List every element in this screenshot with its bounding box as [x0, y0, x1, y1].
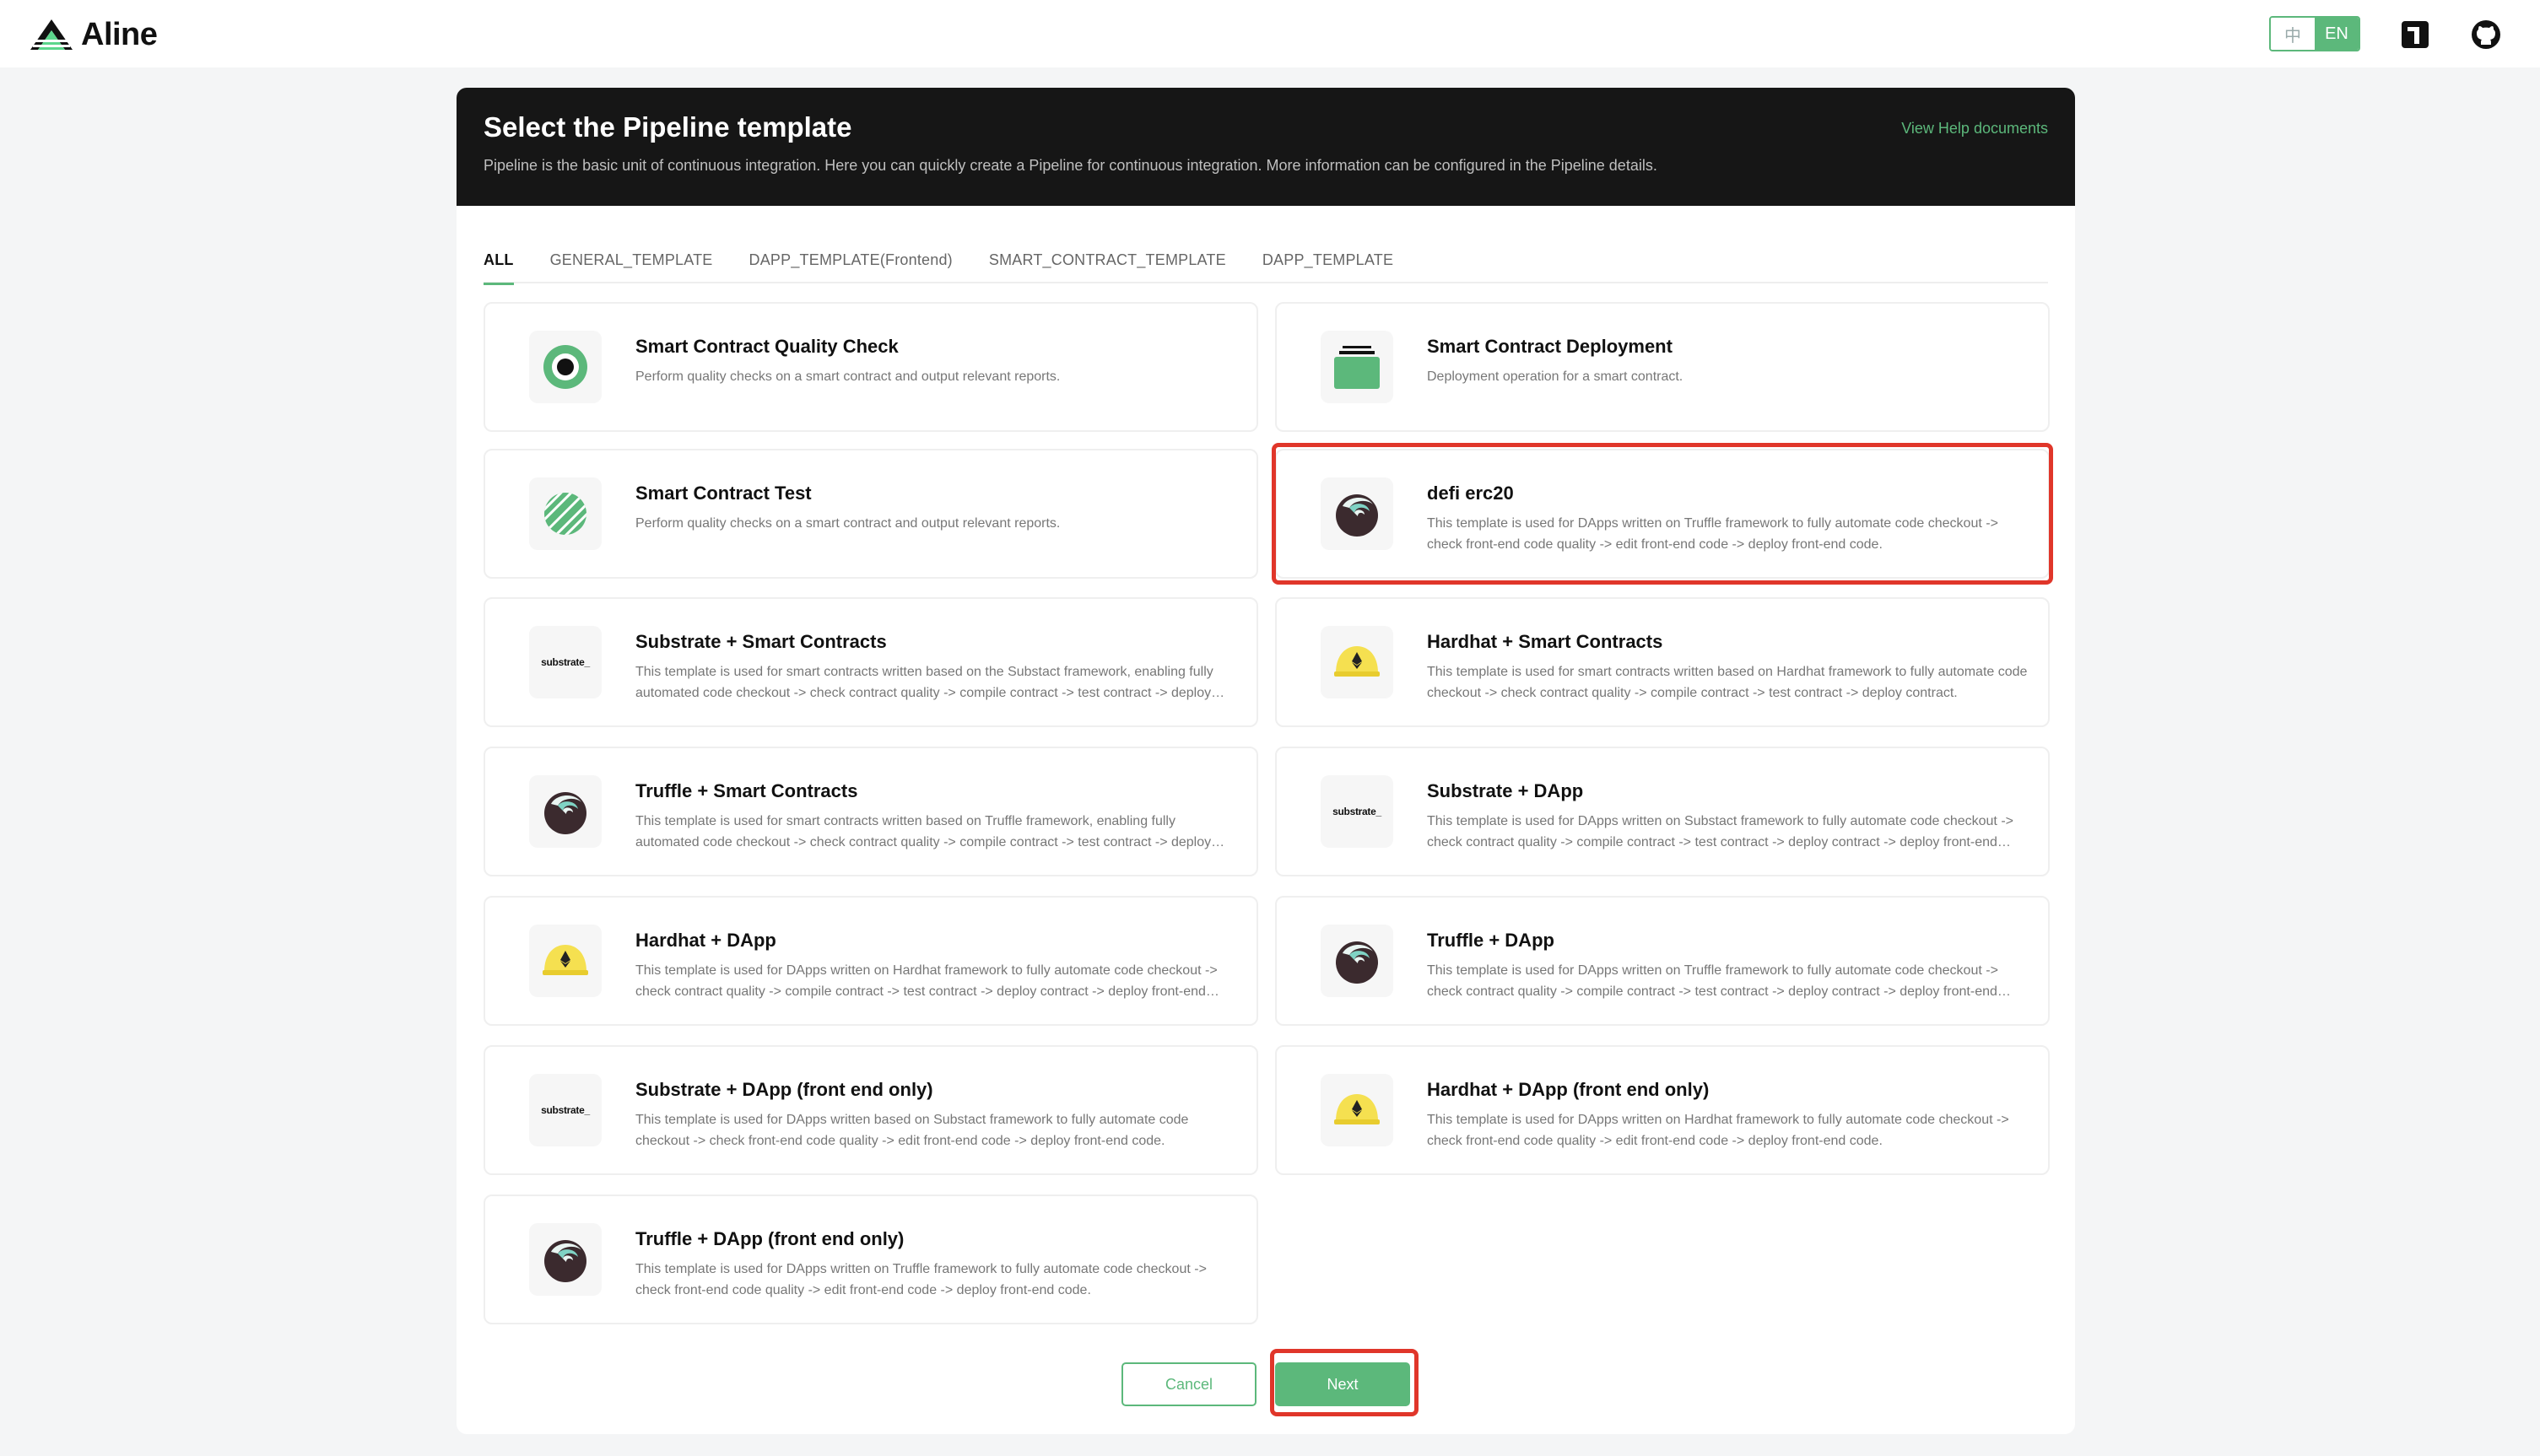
deploy-box-icon [1334, 346, 1380, 389]
template-card-substrate-smart-contracts[interactable]: substrate_ Substrate + Smart Contracts T… [484, 597, 1258, 727]
template-icon [1321, 477, 1393, 550]
tab-dapp-template-frontend[interactable]: DAPP_TEMPLATE(Frontend) [749, 245, 953, 283]
header-banner: Select the Pipeline template Pipeline is… [457, 88, 2075, 206]
template-title: Hardhat + DApp (front end only) [1427, 1079, 1710, 1100]
template-card-hardhat-dapp-frontend[interactable]: Hardhat + DApp (front end only) This tem… [1275, 1045, 2050, 1175]
template-category-tabs: ALL GENERAL_TEMPLATE DAPP_TEMPLATE(Front… [484, 245, 2048, 285]
template-description: This template is used for DApps written … [1427, 814, 2013, 849]
page-title: Select the Pipeline template [484, 111, 852, 143]
tab-smart-contract-template[interactable]: SMART_CONTRACT_TEMPLATE [989, 245, 1226, 283]
template-description: This template is used for DApps written … [1427, 516, 1998, 552]
template-description: This template is used for DApps written … [635, 1113, 1189, 1148]
template-card-smart-contract-deployment[interactable]: Smart Contract Deployment Deployment ope… [1275, 302, 2050, 432]
hardhat-icon [543, 945, 588, 975]
template-icon [529, 477, 602, 550]
template-description: Perform quality checks on a smart contra… [635, 516, 1061, 531]
template-title: Smart Contract Deployment [1427, 336, 1673, 357]
notion-icon[interactable] [2399, 19, 2431, 51]
template-title: Substrate + DApp (front end only) [635, 1079, 933, 1100]
truffle-icon [544, 1240, 586, 1282]
template-description: Perform quality checks on a smart contra… [635, 369, 1061, 384]
template-card-truffle-dapp[interactable]: Truffle + DApp This template is used for… [1275, 896, 2050, 1026]
template-title: Substrate + Smart Contracts [635, 631, 887, 652]
template-description: This template is used for DApps written … [635, 1262, 1207, 1297]
striped-ball-icon [544, 493, 586, 535]
top-navbar: Aline 中 EN [0, 0, 2540, 67]
template-card-truffle-dapp-frontend[interactable]: Truffle + DApp (front end only) This tem… [484, 1194, 1258, 1324]
template-card-smart-contract-test[interactable]: Smart Contract Test Perform quality chec… [484, 449, 1258, 579]
template-title: Hardhat + Smart Contracts [1427, 631, 1663, 652]
template-description: This template is used for smart contract… [635, 814, 1212, 849]
template-icon [1321, 925, 1393, 997]
aline-logo-icon [30, 19, 73, 50]
template-description: This template is used for DApps written … [1427, 963, 1998, 999]
template-card-smart-contract-quality-check[interactable]: Smart Contract Quality Check Perform qua… [484, 302, 1258, 432]
hardhat-icon [1334, 646, 1380, 677]
template-title: Substrate + DApp [1427, 780, 1584, 801]
template-title: Truffle + DApp (front end only) [635, 1228, 905, 1249]
template-card-truffle-smart-contracts[interactable]: Truffle + Smart Contracts This template … [484, 747, 1258, 876]
template-icon: substrate_ [529, 626, 602, 698]
template-description: This template is used for DApps written … [1427, 1113, 2009, 1148]
template-description: Deployment operation for a smart contrac… [1427, 369, 1683, 384]
template-description: This template is used for smart contract… [1427, 665, 2028, 700]
template-description: This template is used for DApps written … [635, 963, 1218, 999]
tab-general-template[interactable]: GENERAL_TEMPLATE [550, 245, 713, 283]
template-icon [1321, 1074, 1393, 1146]
template-icon [529, 775, 602, 848]
next-button[interactable]: Next [1275, 1362, 1410, 1406]
page-description: Pipeline is the basic unit of continuous… [484, 157, 1657, 174]
template-icon [1321, 626, 1393, 698]
template-title: Truffle + Smart Contracts [635, 780, 858, 801]
tab-all[interactable]: ALL [484, 245, 514, 285]
lang-option-en[interactable]: EN [2315, 18, 2359, 50]
template-icon [1321, 331, 1393, 403]
template-title: Smart Contract Test [635, 483, 812, 504]
template-title: Hardhat + DApp [635, 930, 776, 951]
template-icon [529, 331, 602, 403]
template-card-defi-erc20[interactable]: defi erc20 This template is used for DAp… [1275, 449, 2050, 579]
github-icon[interactable] [2470, 19, 2502, 51]
template-card-substrate-dapp[interactable]: substrate_ Substrate + DApp This templat… [1275, 747, 2050, 876]
template-icon: substrate_ [1321, 775, 1393, 848]
aline-logo[interactable]: Aline [27, 16, 158, 52]
template-icon [529, 1223, 602, 1296]
substrate-logo: substrate_ [541, 656, 590, 668]
cancel-button[interactable]: Cancel [1121, 1362, 1256, 1406]
substrate-logo: substrate_ [1332, 806, 1381, 817]
substrate-logo: substrate_ [541, 1104, 590, 1116]
truffle-icon [1336, 941, 1378, 984]
template-title: defi erc20 [1427, 483, 1514, 504]
template-selection-panel: Select the Pipeline template Pipeline is… [457, 88, 2075, 1434]
target-icon [543, 345, 587, 389]
truffle-icon [544, 792, 586, 834]
template-card-hardhat-dapp[interactable]: Hardhat + DApp This template is used for… [484, 896, 1258, 1026]
app-name: Aline [81, 16, 158, 52]
template-icon: substrate_ [529, 1074, 602, 1146]
template-title: Truffle + DApp [1427, 930, 1554, 951]
template-card-hardhat-smart-contracts[interactable]: Hardhat + Smart Contracts This template … [1275, 597, 2050, 727]
truffle-icon [1336, 494, 1378, 537]
template-description: This template is used for smart contract… [635, 665, 1213, 700]
template-title: Smart Contract Quality Check [635, 336, 899, 357]
language-toggle[interactable]: 中 EN [2269, 16, 2360, 51]
help-documents-link[interactable]: View Help documents [1901, 120, 2048, 138]
tab-dapp-template[interactable]: DAPP_TEMPLATE [1262, 245, 1393, 283]
template-icon [529, 925, 602, 997]
hardhat-icon [1334, 1094, 1380, 1124]
template-card-substrate-dapp-frontend[interactable]: substrate_ Substrate + DApp (front end o… [484, 1045, 1258, 1175]
lang-option-zh[interactable]: 中 [2271, 18, 2315, 50]
